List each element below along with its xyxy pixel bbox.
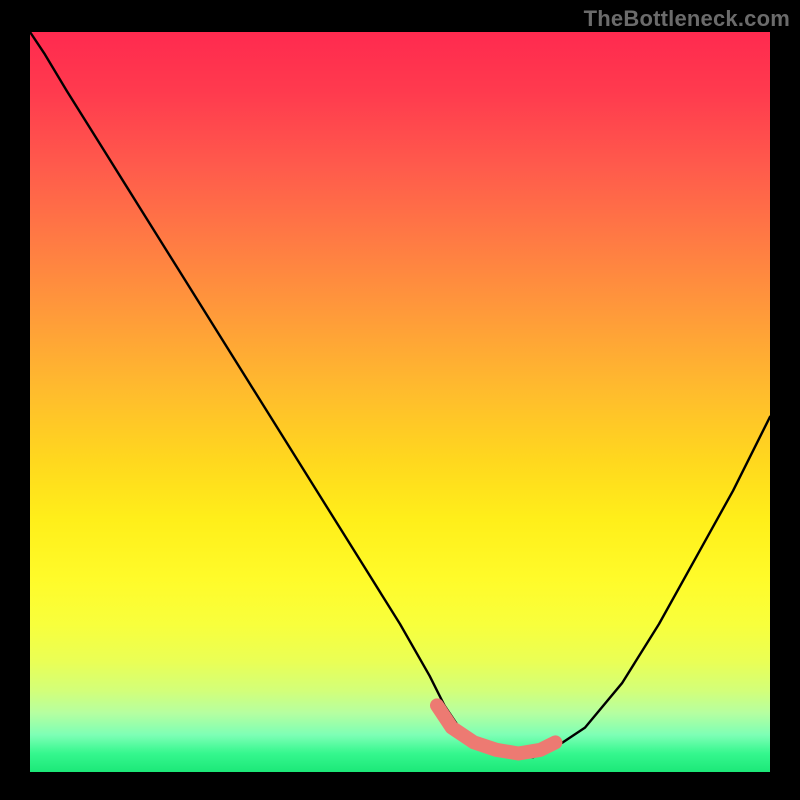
bottleneck-curve xyxy=(30,32,770,757)
chart-svg xyxy=(30,32,770,772)
watermark-text: TheBottleneck.com xyxy=(584,6,790,32)
chart-container: TheBottleneck.com xyxy=(0,0,800,800)
optimal-range-highlight xyxy=(437,705,555,753)
